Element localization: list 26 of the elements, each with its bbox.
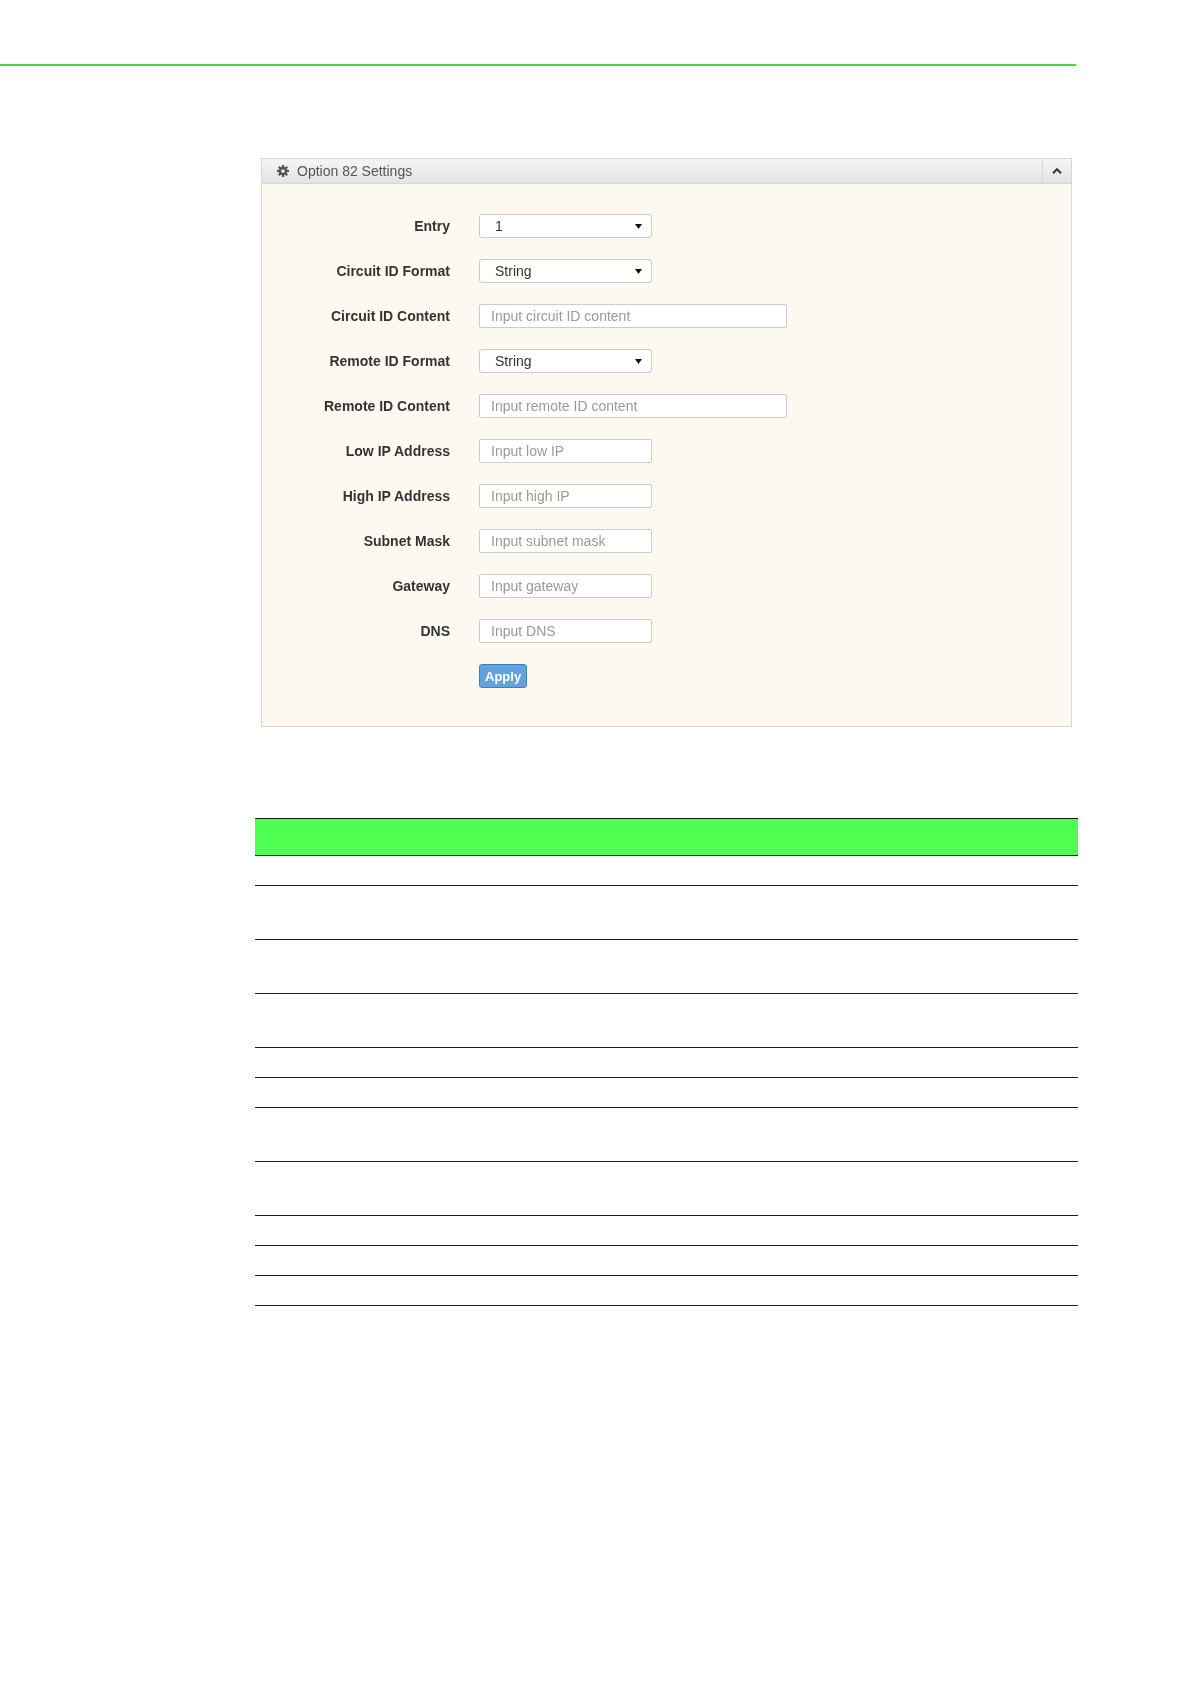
caret-icon: [635, 268, 642, 274]
field-label: Remote ID Format: [329, 353, 450, 369]
caret-icon: [635, 223, 642, 229]
field-label: Low IP Address: [345, 443, 450, 459]
gear-icon: [277, 165, 289, 177]
field-label: Remote ID Content: [324, 398, 450, 414]
caret-icon: [635, 358, 642, 364]
field-label: Subnet Mask: [363, 533, 450, 549]
text-field[interactable]: Input gateway: [479, 574, 652, 598]
field-label: Circuit ID Content: [331, 308, 450, 324]
field-label: Circuit ID Format: [336, 263, 450, 279]
field-label: Entry: [414, 218, 450, 234]
text-field[interactable]: Input circuit ID content: [479, 304, 787, 328]
field-label: High IP Address: [342, 488, 450, 504]
select-field[interactable]: String: [479, 349, 652, 373]
field-label: DNS: [420, 623, 450, 639]
text-field[interactable]: Input DNS: [479, 619, 652, 643]
text-field[interactable]: Input low IP: [479, 439, 652, 463]
field-label: Gateway: [392, 578, 450, 594]
select-field[interactable]: String: [479, 259, 652, 283]
chevron-up-icon: [1052, 168, 1062, 174]
select-field[interactable]: 1: [479, 214, 652, 238]
text-field[interactable]: Input high IP: [479, 484, 652, 508]
text-field[interactable]: Input remote ID content: [479, 394, 787, 418]
panel-title: Option 82 Settings: [297, 163, 413, 179]
text-field[interactable]: Input subnet mask: [479, 529, 652, 553]
